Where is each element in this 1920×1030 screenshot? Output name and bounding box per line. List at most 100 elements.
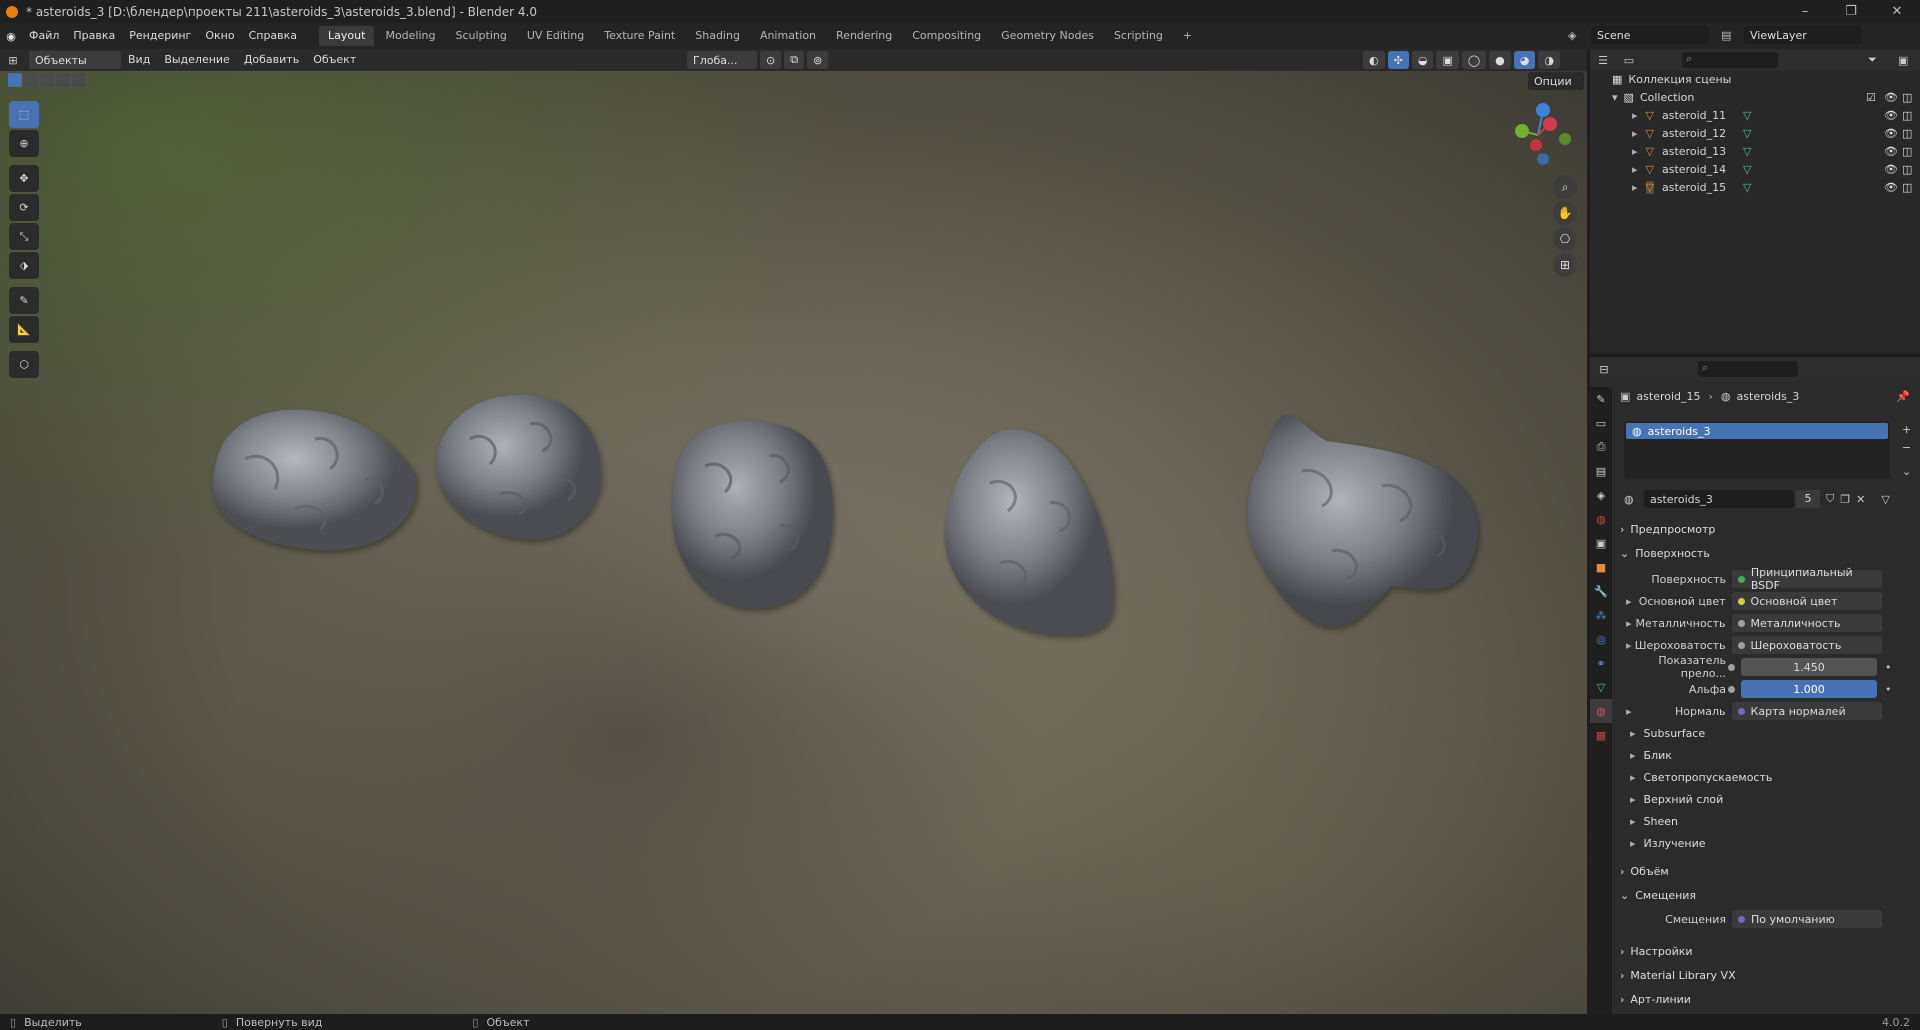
asteroid-14-mesh[interactable]: [940, 423, 1120, 643]
perspective-grid-icon[interactable]: ⊞: [1553, 253, 1577, 277]
scene-icon[interactable]: ◈: [1568, 29, 1588, 42]
render-camera-icon[interactable]: ◫: [1902, 163, 1912, 176]
tab-sculpting[interactable]: Sculpting: [447, 26, 516, 46]
world-tab-icon[interactable]: ◍: [1590, 507, 1612, 531]
texture-tab-icon[interactable]: ▦: [1590, 723, 1612, 747]
outliner-item-asteroid-14[interactable]: ▸ ▽ asteroid_14 ▽ 👁 ◫: [1590, 160, 1920, 178]
cursor-icon[interactable]: ⊕: [9, 130, 39, 157]
annotate-icon[interactable]: ✎: [9, 287, 39, 314]
outliner-item-asteroid-13[interactable]: ▸ ▽ asteroid_13 ▽ 👁 ◫: [1590, 142, 1920, 160]
properties-search-input[interactable]: ⌕: [1698, 361, 1798, 377]
browse-material-icon[interactable]: ◍: [1624, 493, 1644, 506]
tab-layout[interactable]: Layout: [319, 26, 375, 46]
pivot-icon[interactable]: ⊙: [760, 51, 782, 69]
camera-view-icon[interactable]: ⎔: [1553, 227, 1577, 251]
minimize-button[interactable]: –: [1782, 0, 1828, 23]
menu-edit[interactable]: Правка: [66, 23, 122, 49]
menu-window[interactable]: Окно: [198, 23, 241, 49]
gizmo-toggle-icon[interactable]: ✣: [1387, 51, 1409, 69]
menu-file[interactable]: Файл: [22, 23, 66, 49]
properties-editor-icon[interactable]: ⊟: [1590, 363, 1618, 376]
collection-checkbox[interactable]: ☑: [1866, 91, 1876, 104]
measure-icon[interactable]: 📐: [9, 316, 39, 343]
navigation-gizmo[interactable]: [1502, 99, 1574, 171]
alpha-slider[interactable]: 1.000: [1741, 680, 1877, 698]
output-tab-icon[interactable]: ⎙: [1590, 435, 1612, 459]
expand-icon[interactable]: ▸: [1632, 109, 1638, 122]
transmission-subpanel[interactable]: ▸ Светопропускаемость: [1630, 767, 1920, 787]
expand-icon[interactable]: ▸: [1632, 145, 1638, 158]
collection-visibility-icon[interactable]: 👁: [1884, 91, 1898, 104]
surface-shader-field[interactable]: Принципиальный BSDF: [1732, 566, 1882, 592]
transform-icon[interactable]: ⬗: [9, 252, 39, 279]
asteroid-12-mesh[interactable]: [430, 389, 610, 549]
visibility-eye-icon[interactable]: 👁: [1884, 181, 1898, 194]
menu-add[interactable]: Добавить: [237, 47, 306, 73]
visibility-icon[interactable]: ◐: [1363, 51, 1385, 69]
tab-geometry-nodes[interactable]: Geometry Nodes: [992, 26, 1103, 46]
material-name-field[interactable]: asteroids_3: [1644, 490, 1794, 508]
editor-type-icon[interactable]: ⊞: [0, 54, 26, 67]
render-camera-icon[interactable]: ◫: [1902, 109, 1912, 122]
asteroid-15-mesh[interactable]: [1242, 411, 1487, 631]
new-collection-icon[interactable]: ▣: [1898, 54, 1908, 67]
tab-rendering[interactable]: Rendering: [827, 26, 901, 46]
add-cube-icon[interactable]: ⬡: [9, 351, 39, 378]
outliner-item-asteroid-12[interactable]: ▸ ▽ asteroid_12 ▽ 👁 ◫: [1590, 124, 1920, 142]
collection-row[interactable]: ▾ ▧ Collection ☑ 👁 ◫: [1590, 88, 1920, 106]
modifier-tab-icon[interactable]: 🔧: [1590, 579, 1612, 603]
keyframe-dot-icon[interactable]: •: [1885, 661, 1892, 674]
duplicate-material-icon[interactable]: ❐: [1840, 493, 1850, 506]
asteroid-11-mesh[interactable]: [205, 399, 425, 559]
sheen-subpanel[interactable]: ▸ Sheen: [1630, 811, 1920, 831]
material-slot-item[interactable]: ◍ asteroids_3: [1626, 423, 1888, 439]
xray-icon[interactable]: ▣: [1436, 51, 1459, 69]
preview-section-header[interactable]: › Предпросмотр: [1620, 519, 1920, 539]
tab-modeling[interactable]: Modeling: [376, 26, 444, 46]
tab-shading[interactable]: Shading: [686, 26, 749, 46]
wireframe-shading-icon[interactable]: ◯: [1461, 51, 1487, 69]
remove-slot-icon[interactable]: −: [1902, 441, 1911, 454]
add-slot-icon[interactable]: +: [1902, 423, 1911, 436]
tab-animation[interactable]: Animation: [751, 26, 825, 46]
unlink-material-icon[interactable]: ✕: [1856, 493, 1865, 506]
tab-uv-editing[interactable]: UV Editing: [518, 26, 593, 46]
outliner-editor-icon[interactable]: ☰: [1590, 54, 1616, 67]
3d-viewport[interactable]: Опции ⬚ ⊕ ✥ ⟳ ⤡ ⬗ ✎ 📐 ⬡ ⌕ ✋ ⎔ ⊞: [0, 71, 1587, 1014]
expand-icon[interactable]: ▸: [1632, 181, 1638, 194]
subsurface-subpanel[interactable]: ▸ Subsurface: [1630, 723, 1920, 743]
visibility-eye-icon[interactable]: 👁: [1884, 145, 1898, 158]
surface-section-header[interactable]: ⌄ Поверхность: [1620, 543, 1920, 563]
expand-collection-icon[interactable]: ▾: [1612, 91, 1618, 104]
asteroid-13-mesh[interactable]: [665, 416, 840, 616]
view-layer-tab-icon[interactable]: ▤: [1590, 459, 1612, 483]
select-subtract-icon[interactable]: [40, 73, 54, 87]
material-library-section-header[interactable]: › Material Library VX: [1620, 965, 1920, 985]
blender-menu-icon[interactable]: ◉: [0, 30, 22, 43]
displacement-section-header[interactable]: ⌄ Смещения: [1620, 885, 1920, 905]
tool-tab-icon[interactable]: ✎: [1590, 387, 1612, 411]
menu-object[interactable]: Объект: [306, 47, 363, 73]
tab-scripting[interactable]: Scripting: [1105, 26, 1172, 46]
menu-select[interactable]: Выделение: [157, 47, 237, 73]
material-slot-list[interactable]: ◍ asteroids_3: [1624, 421, 1890, 479]
select-new-icon[interactable]: [8, 73, 22, 87]
render-camera-icon[interactable]: ◫: [1902, 127, 1912, 140]
select-intersect-icon[interactable]: [72, 73, 86, 87]
outliner-item-asteroid-15[interactable]: ▸ ▽ asteroid_15 ▽ 👁 ◫: [1590, 178, 1920, 196]
outliner-search-input[interactable]: ⌕: [1682, 52, 1778, 68]
snap-icon[interactable]: ⧉: [784, 51, 805, 69]
visibility-eye-icon[interactable]: 👁: [1884, 109, 1898, 122]
particles-tab-icon[interactable]: ⁂: [1590, 603, 1612, 627]
collection-tab-icon[interactable]: ▣: [1590, 531, 1612, 555]
close-button[interactable]: ✕: [1874, 0, 1920, 23]
zoom-icon[interactable]: ⌕: [1553, 175, 1577, 199]
roughness-field[interactable]: Шероховатость: [1731, 636, 1882, 654]
tab-texture-paint[interactable]: Texture Paint: [595, 26, 684, 46]
physics-tab-icon[interactable]: ◎: [1590, 627, 1612, 651]
scene-tab-icon[interactable]: ◈: [1590, 483, 1612, 507]
displacement-field[interactable]: По умолчанию: [1732, 910, 1882, 928]
specular-subpanel[interactable]: ▸ Блик: [1630, 745, 1920, 765]
select-box-icon[interactable]: ⬚: [9, 101, 39, 128]
constraints-tab-icon[interactable]: ⚭: [1590, 651, 1612, 675]
